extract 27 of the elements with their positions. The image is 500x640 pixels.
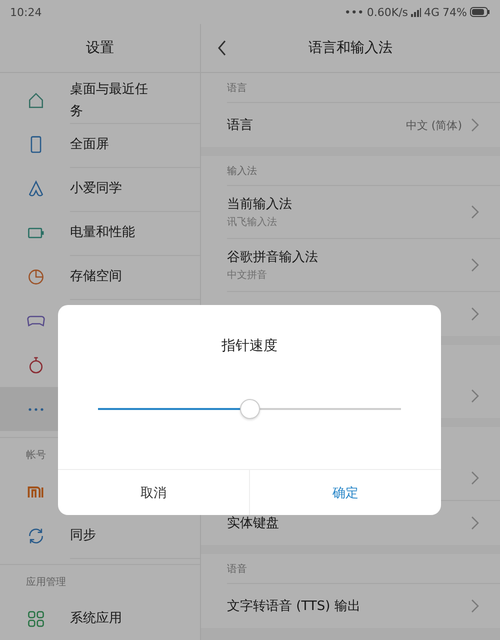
sidebar-label: 存储空间 — [70, 268, 123, 286]
sidebar-label: 系统应用 — [70, 610, 123, 628]
row-subtitle: 讯飞输入法 — [227, 216, 278, 229]
notification-dots: ••• — [344, 6, 364, 18]
row-title: 当前输入法 — [227, 196, 293, 213]
row-subtitle: 中文拼音 — [227, 268, 268, 282]
page-title: 语言和输入法 — [308, 39, 392, 57]
row-title: 实体键盘 — [227, 515, 280, 532]
row-title: 文字转语音 (TTS) 输出 — [227, 598, 362, 615]
section-header: 语音 — [227, 562, 247, 576]
section-header: 输入法 — [227, 164, 257, 178]
network-speed: 0.60K/s — [366, 6, 408, 18]
sidebar-label: 全面屏 — [70, 136, 110, 154]
sidebar-label: 桌面与最近任务 — [70, 80, 149, 120]
section-header: 应用管理 — [0, 564, 200, 597]
dialog-title: 指针速度 — [222, 337, 278, 355]
network-type: 4G — [424, 6, 440, 18]
sidebar-label: 同步 — [70, 526, 97, 544]
row-title: 语言 — [227, 117, 254, 134]
section-header: 语言 — [227, 82, 247, 94]
sidebar-label: 电量和性能 — [70, 224, 136, 242]
row-value: 中文 (简体) — [406, 118, 462, 132]
clock: 10:24 — [10, 6, 42, 18]
sidebar-label: 小爱同学 — [70, 180, 123, 198]
sidebar-title: 设置 — [86, 39, 114, 57]
row-title: 谷歌拼音输入法 — [227, 249, 319, 266]
battery-percent: 74% — [442, 6, 467, 18]
